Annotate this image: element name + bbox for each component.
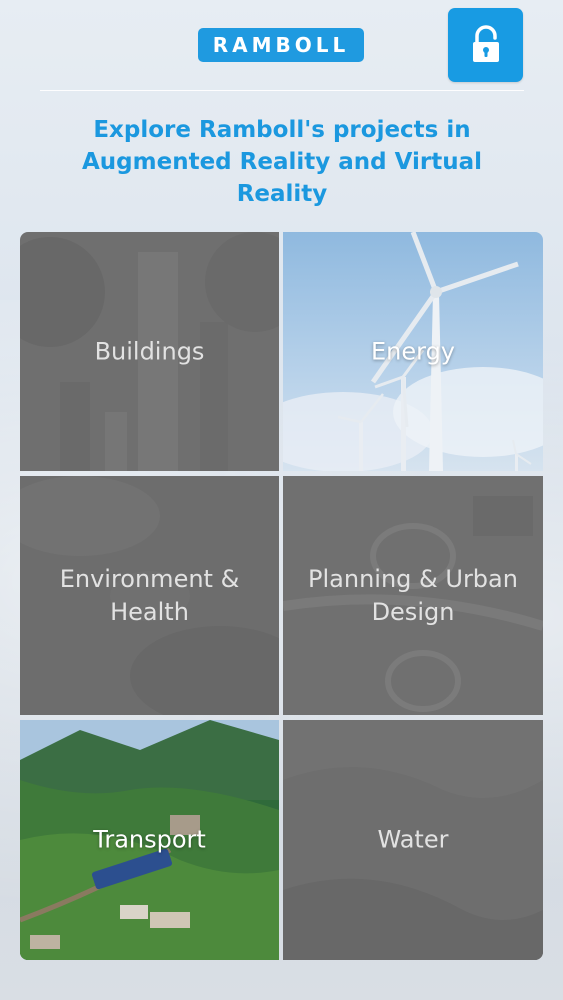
lock-open-icon — [472, 25, 499, 62]
tile-planning-urban-design[interactable]: Planning & Urban Design — [283, 476, 543, 715]
tile-label-energy: Energy — [370, 337, 456, 365]
header: RAMBOLL — [0, 0, 563, 100]
tile-label-transport: Transport — [93, 825, 206, 854]
unlock-button[interactable] — [448, 8, 523, 82]
ramboll-logo: RAMBOLL — [198, 28, 364, 62]
tile-transport[interactable]: Transport — [20, 720, 279, 960]
header-divider — [40, 90, 524, 91]
tile-label-water: Water — [377, 825, 449, 854]
tile-energy[interactable]: Energy — [283, 232, 543, 471]
tile-water[interactable]: Water — [283, 720, 543, 960]
tile-buildings[interactable]: Buildings — [20, 232, 279, 471]
tile-environment-health[interactable]: Environment & Health — [20, 476, 279, 715]
tile-label-planning-urban-design: Planning & Urban Design — [308, 564, 518, 626]
page-headline: Explore Ramboll's projects in Augmented … — [82, 117, 482, 207]
category-grid: Buildings Energy Environment & Health Pl… — [20, 232, 543, 960]
tile-label-environment-health: Environment & Health — [59, 564, 240, 626]
tile-label-buildings: Buildings — [94, 337, 205, 365]
